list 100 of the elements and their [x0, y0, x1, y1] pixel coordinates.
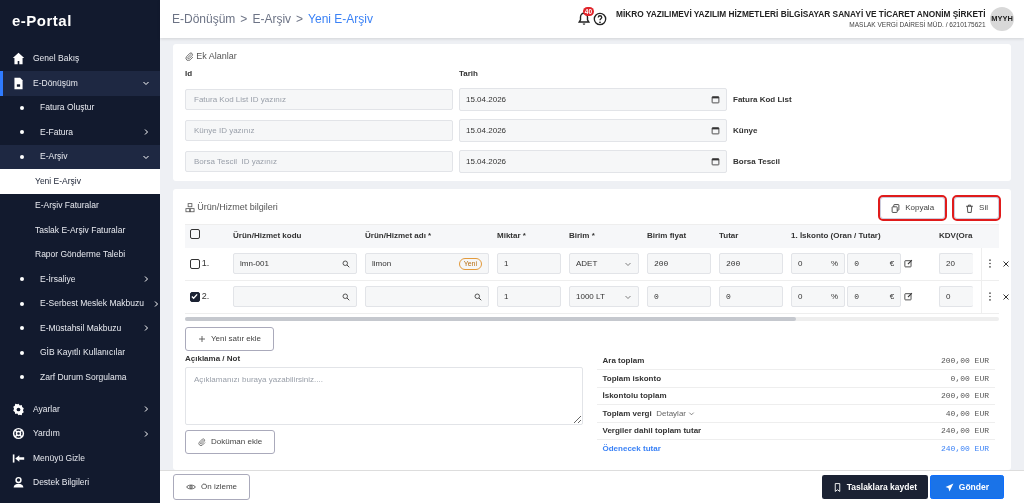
- company-name: MİKRO YAZILIMEVİ YAZILIM HİZMETLERİ BİLGİSAYAR SANAYİ VE TİCARET ANONİM ŞİRKETİ: [616, 7, 986, 20]
- breadcrumb-link[interactable]: E-Arşiv: [252, 10, 292, 28]
- bell-icon[interactable]: [576, 12, 591, 26]
- sidebar-item[interactable]: Fatura Oluştur: [0, 95, 160, 120]
- brand-logo[interactable]: e-Portal: [0, 0, 160, 47]
- sidebar-item[interactable]: E-Arşiv Faturalar: [0, 193, 160, 218]
- sidebar-item[interactable]: Zarf Durum Sorgulama: [0, 365, 160, 390]
- action-button[interactable]: Sil: [954, 197, 999, 219]
- breadcrumb-link[interactable]: Yeni E-Arşiv: [308, 10, 373, 28]
- sidebar-icon: [12, 476, 25, 490]
- boxes-icon: [185, 203, 195, 213]
- more-icon[interactable]: [986, 259, 993, 268]
- sidebar-item[interactable]: E-Fatura: [0, 120, 160, 145]
- input-field[interactable]: 1: [497, 286, 561, 307]
- sidebar-item[interactable]: E-Müstahsil Makbuzu: [0, 316, 160, 341]
- more-icon[interactable]: [986, 292, 993, 301]
- sidebar-icon: [12, 427, 25, 441]
- sidebar-icon: [12, 76, 25, 90]
- input-field[interactable]: lmn-001: [233, 253, 357, 274]
- save-draft-button[interactable]: Taslaklara kaydet: [822, 474, 928, 500]
- preview-button[interactable]: Ön izleme: [173, 474, 250, 500]
- sidebar-item[interactable]: Genel Bakış: [0, 46, 160, 71]
- details-link[interactable]: Detaylar: [656, 407, 695, 420]
- date-field[interactable]: 15.04.2026: [459, 119, 727, 142]
- dropdown[interactable]: 1000 LT: [569, 286, 639, 307]
- send-icon: [945, 482, 955, 492]
- sidebar-item[interactable]: Yardım: [0, 421, 160, 446]
- input-field[interactable]: [365, 286, 489, 307]
- sidebar-item[interactable]: E-Arşiv: [0, 144, 160, 169]
- input-field[interactable]: Künye ID yazınız: [185, 120, 453, 141]
- sidebar-item[interactable]: GİB Kayıtlı Kullanıcılar: [0, 340, 160, 365]
- chevron-icon: [142, 429, 150, 438]
- trash-icon: [965, 203, 975, 213]
- chevron-icon: [142, 324, 150, 333]
- chevron-down-icon: [688, 410, 695, 417]
- column-header: Miktar *: [497, 230, 527, 242]
- unit-label: %: [830, 290, 838, 303]
- section-title: Ürün/Hizmet bilgileri: [197, 201, 278, 215]
- checkbox[interactable]: [189, 291, 200, 302]
- sidebar-item[interactable]: Ayarlar: [0, 397, 160, 422]
- eye-icon: [186, 482, 196, 492]
- dropdown[interactable]: ADET: [569, 253, 639, 274]
- total-value: 0,00 EUR: [950, 372, 989, 385]
- input-field[interactable]: 200: [647, 253, 711, 274]
- field-label: Tarih: [459, 68, 479, 80]
- column-header: KDV(Ora: [939, 230, 973, 242]
- input-field[interactable]: 20: [939, 253, 973, 274]
- input-field[interactable]: Fatura Kod List ID yazınız: [185, 89, 453, 110]
- input-field[interactable]: 200: [719, 253, 783, 274]
- chevron-icon: [142, 275, 150, 284]
- total-label: İskontolu toplam: [602, 390, 667, 402]
- input-field[interactable]: 0: [647, 286, 711, 307]
- total-label: Ara toplam: [602, 355, 645, 367]
- total-value: 200,00 EUR: [941, 355, 989, 367]
- paperclip-icon: [185, 52, 194, 62]
- currency-label: €: [889, 290, 895, 303]
- column-header: Tutar: [719, 230, 740, 242]
- date-field[interactable]: 15.04.2026: [459, 150, 727, 173]
- note-field[interactable]: Açıklamanızı buraya yazabilirsiniz....: [185, 367, 583, 425]
- sidebar-item[interactable]: Rapor Gönderme Talebi: [0, 242, 160, 267]
- scrollbar[interactable]: [185, 316, 796, 321]
- input-field[interactable]: 0: [719, 286, 783, 307]
- attach-button[interactable]: Doküman ekle: [185, 429, 276, 454]
- input-field[interactable]: 0 €: [847, 286, 902, 307]
- sidebar-item[interactable]: Taslak E-Arşiv Faturalar: [0, 218, 160, 243]
- search-icon: [342, 259, 350, 268]
- input-field[interactable]: 1: [497, 253, 561, 274]
- sidebar-icon: [12, 451, 25, 465]
- close-icon[interactable]: [1001, 259, 1010, 268]
- add-row-button[interactable]: Yeni satır ekle: [185, 326, 274, 351]
- sidebar-item[interactable]: Menüyü Gizle: [0, 446, 160, 471]
- breadcrumb-link[interactable]: E-Dönüşüm: [172, 10, 236, 28]
- sidebar-item[interactable]: E-Serbest Meslek Makbuzu: [0, 291, 160, 316]
- checkbox[interactable]: [189, 258, 200, 269]
- edit-icon[interactable]: [903, 259, 913, 268]
- send-button[interactable]: Gönder: [930, 474, 1004, 500]
- total-value: 240,00 EUR: [941, 425, 989, 437]
- chevron-icon: [142, 79, 150, 88]
- total-label: Ödenecek tutar: [602, 443, 661, 455]
- chevron-icon: [142, 405, 150, 414]
- row-number: 1.: [201, 256, 210, 270]
- calendar-icon: [711, 126, 720, 135]
- paperclip-icon: [198, 437, 206, 446]
- unit-label: %: [830, 257, 838, 270]
- date-field[interactable]: 15.04.2026: [459, 88, 727, 111]
- input-field[interactable]: 0 €: [847, 253, 902, 274]
- sidebar-item[interactable]: Destek Bilgileri: [0, 470, 160, 495]
- edit-icon[interactable]: [903, 292, 913, 301]
- sidebar-item[interactable]: E-Dönüşüm: [0, 71, 160, 96]
- close-icon[interactable]: [1001, 292, 1010, 301]
- input-field[interactable]: Borsa Tescil ID yazınız: [185, 151, 453, 172]
- checkbox[interactable]: [189, 229, 200, 239]
- input-field[interactable]: 0: [939, 286, 973, 307]
- input-field[interactable]: 0 %: [791, 253, 845, 274]
- input-field[interactable]: [233, 286, 357, 307]
- input-field[interactable]: 0 %: [791, 286, 845, 307]
- sidebar-item[interactable]: Yeni E-Arşiv: [0, 169, 160, 194]
- action-button[interactable]: Kopyala: [880, 197, 946, 219]
- sidebar-item[interactable]: E-İrsaliye: [0, 267, 160, 292]
- help-icon[interactable]: [593, 12, 608, 26]
